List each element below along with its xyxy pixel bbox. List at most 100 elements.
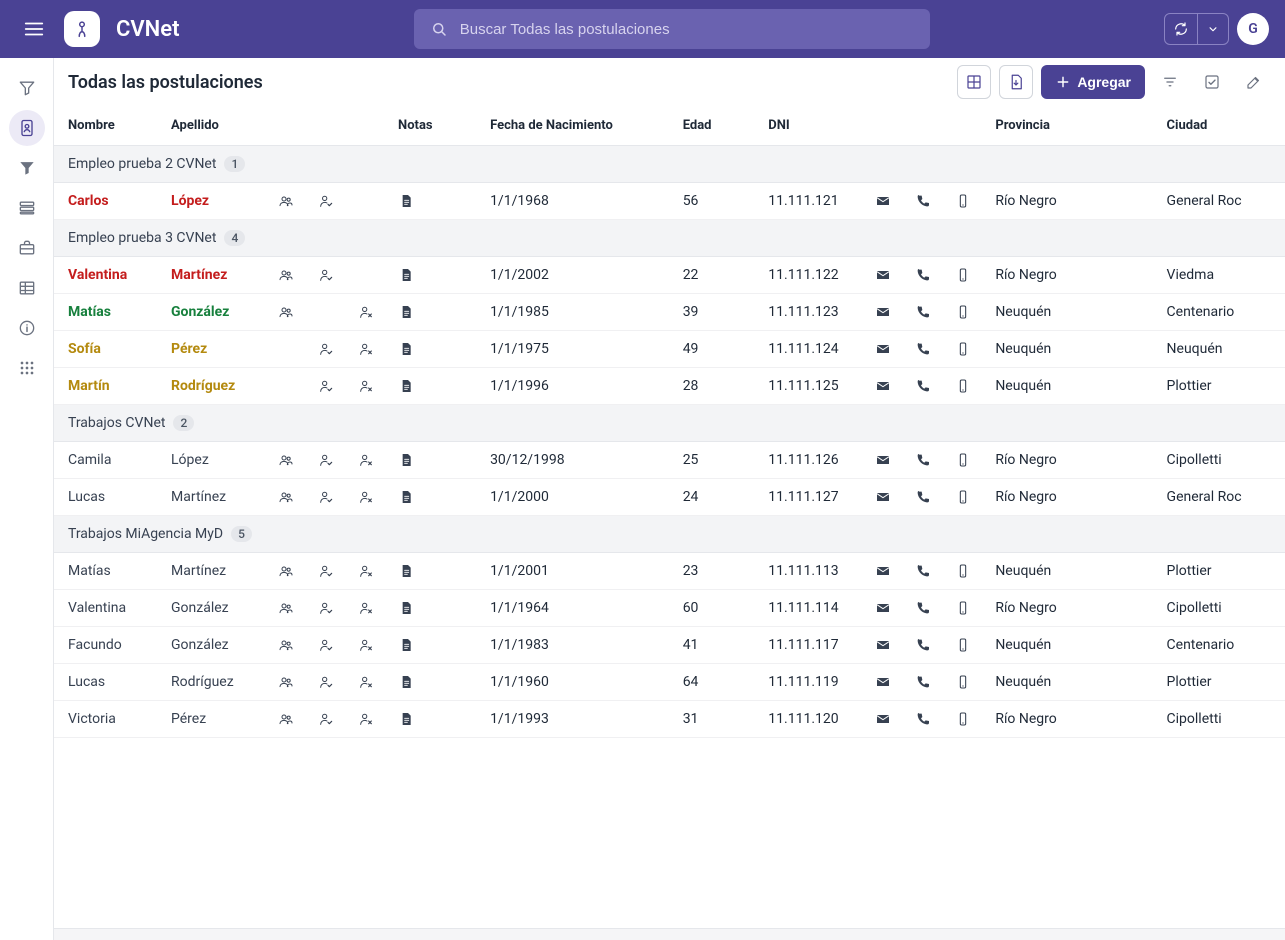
person-x-icon[interactable] <box>348 257 388 294</box>
edit-button[interactable] <box>1237 65 1271 99</box>
table-row[interactable]: FacundoGonzález1/1/19834111.111.117Neuqu… <box>54 627 1285 664</box>
mobile-icon[interactable] <box>945 368 985 405</box>
col-dni[interactable]: DNI <box>758 106 865 146</box>
phone-icon[interactable] <box>905 331 945 368</box>
col-ciudad[interactable]: Ciudad <box>1157 106 1285 146</box>
group-icon[interactable] <box>268 183 308 220</box>
note-icon[interactable] <box>388 331 480 368</box>
mobile-icon[interactable] <box>945 479 985 516</box>
col-apellido[interactable]: Apellido <box>161 106 268 146</box>
person-check-icon[interactable] <box>308 442 348 479</box>
group-icon[interactable] <box>268 257 308 294</box>
person-x-icon[interactable] <box>348 479 388 516</box>
col-fecha[interactable]: Fecha de Nacimiento <box>480 106 673 146</box>
view-grid-button[interactable] <box>957 65 991 99</box>
person-check-icon[interactable] <box>308 627 348 664</box>
phone-icon[interactable] <box>905 479 945 516</box>
person-check-icon[interactable] <box>308 701 348 738</box>
person-check-icon[interactable] <box>308 479 348 516</box>
col-nombre[interactable]: Nombre <box>54 106 161 146</box>
sidebar-briefcase[interactable] <box>9 230 45 266</box>
sync-icon[interactable] <box>1165 14 1198 44</box>
person-x-icon[interactable] <box>348 664 388 701</box>
phone-icon[interactable] <box>905 294 945 331</box>
person-x-icon[interactable] <box>348 183 388 220</box>
person-check-icon[interactable] <box>308 331 348 368</box>
mobile-icon[interactable] <box>945 257 985 294</box>
group-row[interactable]: Empleo prueba 3 CVNet4 <box>54 220 1285 257</box>
group-icon[interactable] <box>268 701 308 738</box>
group-icon[interactable] <box>268 331 308 368</box>
table-row[interactable]: MatíasMartínez1/1/20012311.111.113Neuqué… <box>54 553 1285 590</box>
export-button[interactable] <box>999 65 1033 99</box>
search-box[interactable] <box>414 9 930 49</box>
phone-icon[interactable] <box>905 627 945 664</box>
phone-icon[interactable] <box>905 183 945 220</box>
sync-button[interactable] <box>1164 13 1229 45</box>
person-check-icon[interactable] <box>308 590 348 627</box>
mail-icon[interactable] <box>865 553 905 590</box>
table-row[interactable]: VictoriaPérez1/1/19933111.111.120Río Neg… <box>54 701 1285 738</box>
phone-icon[interactable] <box>905 442 945 479</box>
group-icon[interactable] <box>268 553 308 590</box>
sidebar-table[interactable] <box>9 270 45 306</box>
phone-icon[interactable] <box>905 664 945 701</box>
mobile-icon[interactable] <box>945 331 985 368</box>
group-icon[interactable] <box>268 479 308 516</box>
note-icon[interactable] <box>388 553 480 590</box>
group-icon[interactable] <box>268 664 308 701</box>
note-icon[interactable] <box>388 442 480 479</box>
sidebar-rows[interactable] <box>9 190 45 226</box>
group-row[interactable]: Trabajos MiAgencia MyD5 <box>54 516 1285 553</box>
mail-icon[interactable] <box>865 368 905 405</box>
sidebar-apps[interactable] <box>9 350 45 386</box>
phone-icon[interactable] <box>905 257 945 294</box>
phone-icon[interactable] <box>905 368 945 405</box>
table-container[interactable]: Nombre Apellido Notas Fecha de Nacimient… <box>54 106 1285 928</box>
sidebar-filter[interactable] <box>9 70 45 106</box>
person-x-icon[interactable] <box>348 590 388 627</box>
mail-icon[interactable] <box>865 701 905 738</box>
mail-icon[interactable] <box>865 479 905 516</box>
person-check-icon[interactable] <box>308 294 348 331</box>
group-icon[interactable] <box>268 442 308 479</box>
mail-icon[interactable] <box>865 664 905 701</box>
menu-button[interactable] <box>16 11 52 47</box>
sidebar-postulaciones[interactable] <box>9 110 45 146</box>
col-provincia[interactable]: Provincia <box>985 106 1156 146</box>
mobile-icon[interactable] <box>945 664 985 701</box>
group-icon[interactable] <box>268 294 308 331</box>
mail-icon[interactable] <box>865 183 905 220</box>
person-x-icon[interactable] <box>348 701 388 738</box>
note-icon[interactable] <box>388 590 480 627</box>
note-icon[interactable] <box>388 294 480 331</box>
mobile-icon[interactable] <box>945 442 985 479</box>
table-row[interactable]: ValentinaGonzález1/1/19646011.111.114Río… <box>54 590 1285 627</box>
person-x-icon[interactable] <box>348 368 388 405</box>
table-row[interactable]: LucasMartínez1/1/20002411.111.127Río Neg… <box>54 479 1285 516</box>
sync-dropdown[interactable] <box>1198 14 1228 44</box>
person-x-icon[interactable] <box>348 294 388 331</box>
group-row[interactable]: Empleo prueba 2 CVNet1 <box>54 146 1285 183</box>
table-row[interactable]: MartínRodríguez1/1/19962811.111.125Neuqu… <box>54 368 1285 405</box>
mail-icon[interactable] <box>865 257 905 294</box>
note-icon[interactable] <box>388 257 480 294</box>
mobile-icon[interactable] <box>945 183 985 220</box>
sidebar-info[interactable] <box>9 310 45 346</box>
note-icon[interactable] <box>388 701 480 738</box>
person-x-icon[interactable] <box>348 553 388 590</box>
horizontal-scrollbar[interactable] <box>54 928 1285 940</box>
mail-icon[interactable] <box>865 294 905 331</box>
person-check-icon[interactable] <box>308 257 348 294</box>
add-button[interactable]: Agregar <box>1041 65 1145 99</box>
person-check-icon[interactable] <box>308 368 348 405</box>
mail-icon[interactable] <box>865 590 905 627</box>
note-icon[interactable] <box>388 627 480 664</box>
person-x-icon[interactable] <box>348 331 388 368</box>
group-icon[interactable] <box>268 627 308 664</box>
group-icon[interactable] <box>268 368 308 405</box>
person-check-icon[interactable] <box>308 183 348 220</box>
table-row[interactable]: SofíaPérez1/1/19754911.111.124NeuquénNeu… <box>54 331 1285 368</box>
mobile-icon[interactable] <box>945 627 985 664</box>
mail-icon[interactable] <box>865 627 905 664</box>
